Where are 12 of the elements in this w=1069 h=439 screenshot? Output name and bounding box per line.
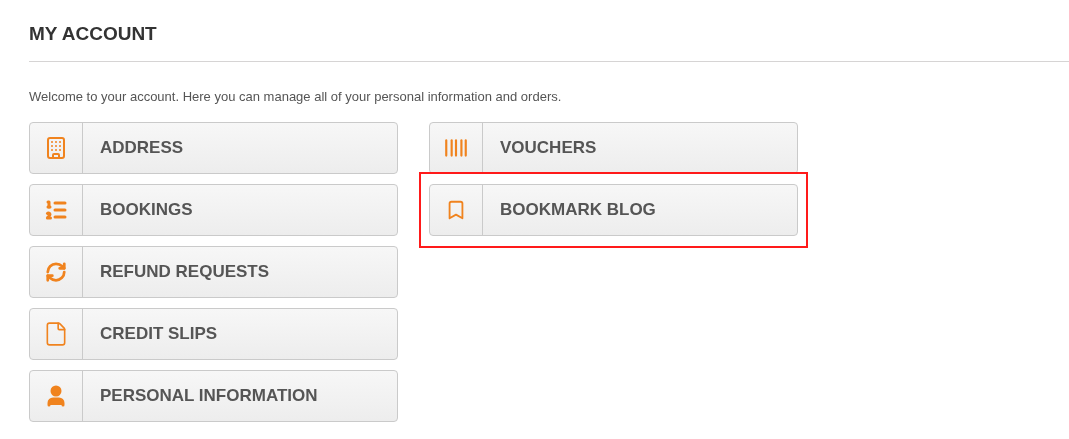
account-link[interactable]: PERSONAL INFORMATION [29, 370, 398, 422]
account-link[interactable]: REFUND REQUESTS [29, 246, 398, 298]
refresh-icon [45, 261, 67, 283]
account-link[interactable]: ADDRESS [29, 122, 398, 174]
account-link[interactable]: CREDIT SLIPS [29, 308, 398, 360]
account-link[interactable]: BOOKINGS [29, 184, 398, 236]
page-title: MY ACCOUNT [29, 22, 158, 46]
account-link[interactable]: VOUCHERS [429, 122, 798, 174]
welcome-text: Welcome to your account. Here you can manage all of your personal information and orders. [29, 89, 563, 105]
building-icon [44, 136, 68, 160]
numbered-list-icon [44, 198, 68, 222]
account-link[interactable]: BOOKMARK BLOG [429, 184, 798, 236]
